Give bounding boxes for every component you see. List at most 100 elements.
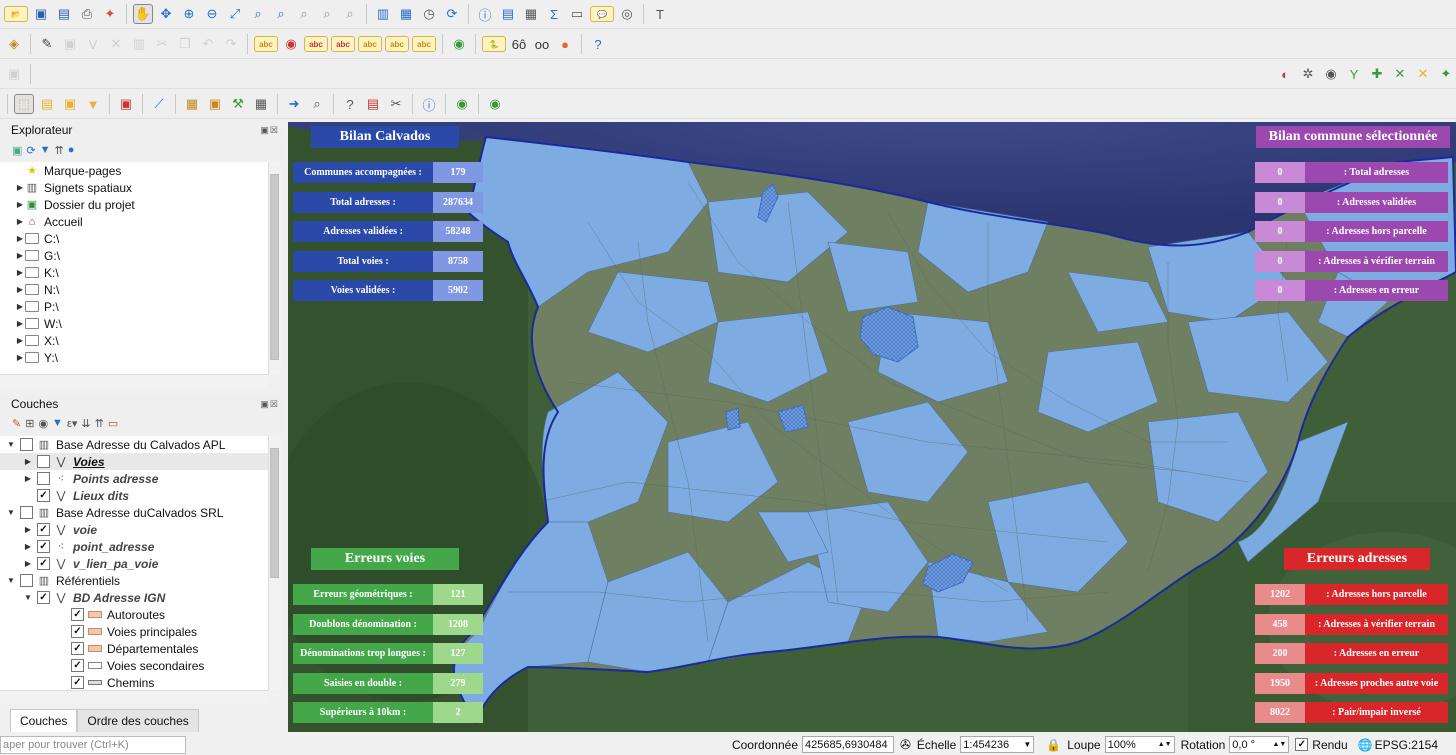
- snap-magnet-icon[interactable]: ◐: [1275, 64, 1295, 84]
- label-pin-icon[interactable]: ◉: [281, 34, 301, 54]
- panel-float-close-icon[interactable]: ▣☒: [260, 399, 279, 410]
- pan-selection-icon[interactable]: ✥: [156, 4, 176, 24]
- map-tips-icon[interactable]: 💬: [590, 6, 614, 22]
- select-value-icon[interactable]: ▣: [60, 94, 80, 114]
- layer-visibility-checkbox[interactable]: [37, 455, 50, 468]
- redo-icon[interactable]: ↷: [221, 34, 241, 54]
- save-as-icon[interactable]: ▤: [54, 4, 74, 24]
- globe-icon[interactable]: ◉: [449, 34, 469, 54]
- save-icon[interactable]: ▣: [31, 4, 51, 24]
- add-feature-icon[interactable]: V: [83, 34, 103, 54]
- expand-arrow-icon[interactable]: ▼: [6, 440, 16, 449]
- identify-icon[interactable]: ⓘ: [475, 4, 495, 24]
- explorer-hscroll[interactable]: [0, 374, 268, 387]
- layer-visibility-checkbox[interactable]: ✓: [37, 591, 50, 604]
- zoom-full-icon[interactable]: ⤢: [225, 4, 245, 24]
- label-icon[interactable]: abc: [254, 36, 278, 52]
- tracing-icon[interactable]: Y: [1344, 64, 1364, 84]
- cut-icon[interactable]: ✂: [152, 34, 172, 54]
- explorer-item[interactable]: ▶ K:\: [0, 264, 268, 281]
- expand-arrow-icon[interactable]: ▶: [15, 302, 25, 311]
- expression-filter-icon[interactable]: ε▾: [67, 417, 77, 430]
- panel-float-close-icon[interactable]: ▣☒: [260, 125, 279, 136]
- python-icon[interactable]: 🐍: [482, 36, 506, 52]
- layer-tree-item[interactable]: ✓ Autoroutes: [0, 606, 268, 623]
- scale-combo[interactable]: 1:454236 ▼: [960, 736, 1035, 753]
- coordinate-field[interactable]: 425685,6930484: [802, 736, 894, 753]
- folder-open-icon[interactable]: 📂: [4, 6, 28, 22]
- zoom-layer-icon[interactable]: ⌕: [248, 4, 268, 24]
- explorer-item[interactable]: ▶ X:\: [0, 332, 268, 349]
- explorer-item[interactable]: ▶ N:\: [0, 281, 268, 298]
- magnifier-spinbox[interactable]: 100% ▲▼: [1104, 736, 1175, 753]
- layer-visibility-checkbox[interactable]: ✓: [71, 676, 84, 689]
- remove-layer-icon[interactable]: ▭: [108, 417, 118, 430]
- layers-vscroll[interactable]: [268, 436, 281, 690]
- annotation-icon[interactable]: ◎: [617, 4, 637, 24]
- attribute-table-icon[interactable]: ▤: [498, 4, 518, 24]
- delete-icon[interactable]: ▥: [129, 34, 149, 54]
- layer-tree-item[interactable]: ▼ ▥ Base Adresse duCalvados SRL: [0, 504, 268, 521]
- style-layer-icon[interactable]: ✎: [12, 417, 21, 430]
- expand-arrow-icon[interactable]: ▶: [15, 336, 25, 345]
- copy-icon[interactable]: ❐: [175, 34, 195, 54]
- coordinate-toggle-icon[interactable]: ✇: [900, 737, 911, 753]
- ref-icon[interactable]: ●: [555, 34, 575, 54]
- layer-tree-item[interactable]: ▶ ✓ ⋁ v_lien_pa_voie: [0, 555, 268, 572]
- pencil-icon[interactable]: ✎: [37, 34, 57, 54]
- expand-arrow-icon[interactable]: ▶: [15, 217, 25, 226]
- measure-line-icon[interactable]: ⟋: [149, 94, 169, 114]
- layer-tree-item[interactable]: ▶ ✓ ⁖ point_adresse: [0, 538, 268, 555]
- expand-arrow-icon[interactable]: ▶: [23, 525, 33, 534]
- rotation-spinbox[interactable]: 0,0 ° ▲▼: [1229, 736, 1290, 753]
- explorer-vscroll[interactable]: [268, 162, 281, 374]
- layer-tree-item[interactable]: ✓ ⋁ Lieux dits: [0, 487, 268, 504]
- segment-icon[interactable]: ✕: [1390, 64, 1410, 84]
- layer-tree-item[interactable]: ▶ ✓ ⋁ voie: [0, 521, 268, 538]
- digitize-icon[interactable]: ◈: [4, 34, 24, 54]
- refresh-icon[interactable]: ⟳: [442, 4, 462, 24]
- layer-visibility-checkbox[interactable]: ✓: [71, 625, 84, 638]
- expand-arrow-icon[interactable]: ▶: [23, 559, 33, 568]
- search-icon[interactable]: ?: [340, 94, 360, 114]
- layer-visibility-checkbox[interactable]: [20, 438, 33, 451]
- explorer-item[interactable]: ▶ C:\: [0, 230, 268, 247]
- expand-all-icon[interactable]: ⇊: [81, 417, 90, 430]
- locator-search-input[interactable]: aper pour trouver (Ctrl+K): [0, 735, 186, 754]
- zoom-out-icon[interactable]: ⊖: [202, 4, 222, 24]
- tools-icon[interactable]: ▦: [251, 94, 271, 114]
- zoom-last-icon[interactable]: ⌕: [294, 4, 314, 24]
- expand-arrow-icon[interactable]: ▶: [15, 353, 25, 362]
- layer-visibility-checkbox[interactable]: ✓: [71, 659, 84, 672]
- layer-visibility-checkbox[interactable]: ✓: [37, 540, 50, 553]
- select-feature-icon[interactable]: ⬚: [14, 94, 34, 114]
- explorer-item[interactable]: ★ Marque-pages: [0, 162, 268, 179]
- layer-visibility-checkbox[interactable]: ✓: [71, 642, 84, 655]
- expand-arrow-icon[interactable]: ▼: [23, 593, 33, 602]
- pin-icon[interactable]: ✦: [1436, 64, 1456, 84]
- layer-visibility-checkbox[interactable]: [20, 506, 33, 519]
- expand-arrow-icon[interactable]: ▶: [15, 285, 25, 294]
- layer-visibility-checkbox[interactable]: ✓: [71, 608, 84, 621]
- sum-icon[interactable]: Σ: [544, 4, 564, 24]
- layer-visibility-checkbox[interactable]: [37, 472, 50, 485]
- measure-icon[interactable]: ▭: [567, 4, 587, 24]
- expand-arrow-icon[interactable]: ▶: [15, 183, 25, 192]
- expand-arrow-icon[interactable]: ▶: [15, 268, 25, 277]
- explorer-item[interactable]: ▶ P:\: [0, 298, 268, 315]
- layer-tree-item[interactable]: ▼ ▥ Référentiels: [0, 572, 268, 589]
- explorer-item[interactable]: ▶ ▣ Dossier du projet: [0, 196, 268, 213]
- add-group-icon[interactable]: ⊞: [25, 417, 34, 430]
- expand-arrow-icon[interactable]: ▼: [6, 508, 16, 517]
- layer-tree-item[interactable]: ✓ Départementales: [0, 640, 268, 657]
- render-checkbox[interactable]: ✓: [1295, 738, 1309, 751]
- tab-couches[interactable]: Couches: [10, 709, 78, 732]
- filter-icon[interactable]: ▼: [40, 144, 51, 156]
- crs-globe-icon[interactable]: 🌐: [1358, 738, 1373, 752]
- temporal-icon[interactable]: ◷: [419, 4, 439, 24]
- explorer-item[interactable]: ▶ ⌂ Accueil: [0, 213, 268, 230]
- report-icon[interactable]: ✂: [386, 94, 406, 114]
- zoom-native-icon[interactable]: ⌕: [340, 4, 360, 24]
- map-canvas[interactable]: Bilan Calvados Communes accompagnées :17…: [288, 122, 1456, 732]
- zoom-in-icon[interactable]: ⊕: [179, 4, 199, 24]
